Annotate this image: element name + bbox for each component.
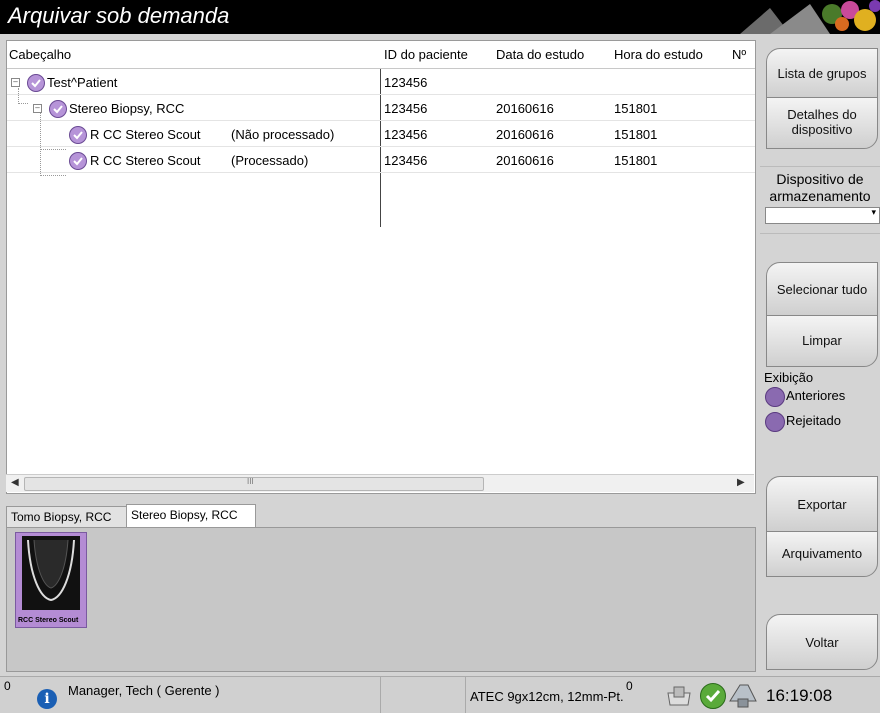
checkmark-icon[interactable]: [27, 74, 45, 92]
button-label: Exportar: [797, 497, 847, 512]
horizontal-scrollbar[interactable]: ◀ III ▶: [6, 474, 754, 492]
display-label: Exibição: [764, 370, 814, 385]
status-cell-empty: [380, 677, 466, 713]
row-patient-id: 123456: [384, 127, 428, 142]
rejected-label: Rejeitado: [786, 413, 841, 428]
button-label: Lista de grupos: [777, 66, 867, 81]
row-heading: R CC Stereo Scout: [90, 127, 201, 142]
storage-device-label: Dispositivo de armazenamento: [769, 171, 871, 204]
scroll-left-icon[interactable]: ◀: [11, 477, 19, 488]
paddle-info: ATEC 9gx12cm, 12mm-Pt.: [470, 689, 624, 704]
column-header-study-time[interactable]: Hora do estudo: [614, 47, 703, 62]
gantry-icon[interactable]: [726, 681, 760, 709]
button-label: Limpar: [802, 333, 842, 348]
button-label: Arquivamento: [781, 546, 863, 561]
row-patient-id: 123456: [384, 153, 428, 168]
storage-device-section: Dispositivo de armazenamento ▾: [760, 166, 880, 234]
table-row[interactable]: – Test^Patient 123456: [7, 71, 755, 95]
image-thumbnail[interactable]: RCC Stereo Scout: [15, 532, 87, 628]
export-button[interactable]: Exportar: [766, 476, 878, 532]
checkmark-icon[interactable]: [69, 152, 87, 170]
device-details-button[interactable]: Detalhes do dispositivo: [766, 97, 878, 149]
priors-toggle-icon[interactable]: [765, 387, 785, 407]
display-section: Exibição Anteriores Rejeitado: [760, 370, 880, 434]
table-row[interactable]: R CC Stereo Scout (Não processado) 12345…: [7, 123, 755, 147]
row-study-time: 151801: [614, 127, 658, 142]
tab-stereo-biopsy[interactable]: Stereo Biopsy, RCC: [126, 504, 256, 528]
status-bar: 0 i Manager, Tech ( Gerente ) ATEC 9gx12…: [0, 676, 880, 713]
checkmark-icon[interactable]: [69, 126, 87, 144]
row-study-time: 151801: [614, 101, 658, 116]
thumbnail-panel: RCC Stereo Scout: [6, 527, 756, 672]
row-heading: Test^Patient: [47, 75, 118, 90]
row-study-date: 20160616: [496, 101, 554, 116]
checkmark-icon[interactable]: [49, 100, 67, 118]
row-study-date: 20160616: [496, 153, 554, 168]
grid-header: Cabeçalho ID do paciente Data do estudo …: [7, 41, 755, 69]
study-grid: Cabeçalho ID do paciente Data do estudo …: [6, 40, 756, 494]
title-bar: Arquivar sob demanda: [0, 0, 880, 34]
table-row[interactable]: R CC Stereo Scout (Processado) 123456 20…: [7, 149, 755, 173]
row-heading: R CC Stereo Scout: [90, 153, 201, 168]
tab-label: Tomo Biopsy, RCC: [11, 510, 112, 524]
thumbnail-caption: RCC Stereo Scout: [18, 617, 79, 624]
app-title: Arquivar sob demanda: [8, 3, 230, 28]
column-header-patient-id[interactable]: ID do paciente: [384, 47, 468, 62]
tab-label: Stereo Biopsy, RCC: [131, 508, 238, 522]
clock: 16:19:08: [766, 686, 833, 705]
row-patient-id: 123456: [384, 101, 428, 116]
scrollbar-thumb[interactable]: III: [24, 477, 484, 491]
button-label: Selecionar tudo: [776, 282, 868, 297]
system-ok-icon[interactable]: [700, 683, 726, 709]
column-header-number[interactable]: Nº: [732, 47, 746, 62]
user-cell: Manager, Tech ( Gerente ): [0, 677, 381, 713]
column-header-study-date[interactable]: Data do estudo: [496, 47, 584, 62]
tab-tomo-biopsy[interactable]: Tomo Biopsy, RCC: [6, 506, 130, 528]
output-tray-icon[interactable]: [664, 683, 694, 709]
select-all-button[interactable]: Selecionar tudo: [766, 262, 878, 316]
scroll-grip: III: [247, 477, 254, 486]
decorative-flowers-banner: [740, 0, 880, 34]
alert-count-right: 0: [626, 679, 633, 693]
collapse-icon[interactable]: –: [33, 104, 42, 113]
rejected-toggle-icon[interactable]: [765, 412, 785, 432]
button-label: Voltar: [805, 635, 839, 650]
current-user[interactable]: Manager, Tech ( Gerente ): [68, 683, 220, 698]
tree-line: [40, 175, 66, 176]
row-status: (Não processado): [231, 127, 335, 142]
storage-device-select[interactable]: ▾: [765, 207, 880, 224]
column-header-heading[interactable]: Cabeçalho: [9, 47, 71, 62]
row-study-date: 20160616: [496, 127, 554, 142]
group-list-button[interactable]: Lista de grupos: [766, 48, 878, 98]
clear-button[interactable]: Limpar: [766, 315, 878, 367]
button-label: Detalhes do dispositivo: [787, 107, 857, 137]
back-button[interactable]: Voltar: [766, 614, 878, 670]
row-status: (Processado): [231, 153, 309, 168]
row-patient-id: 123456: [384, 75, 428, 90]
priors-label: Anteriores: [786, 388, 846, 403]
row-heading: Stereo Biopsy, RCC: [69, 101, 185, 116]
row-study-time: 151801: [614, 153, 658, 168]
scroll-right-icon[interactable]: ▶: [737, 477, 745, 488]
xray-image: [22, 536, 80, 610]
collapse-icon[interactable]: –: [11, 78, 20, 87]
table-row[interactable]: – Stereo Biopsy, RCC 123456 20160616 151…: [7, 97, 755, 121]
archive-button[interactable]: Arquivamento: [766, 531, 878, 577]
dropdown-arrow-icon: ▾: [871, 207, 876, 217]
